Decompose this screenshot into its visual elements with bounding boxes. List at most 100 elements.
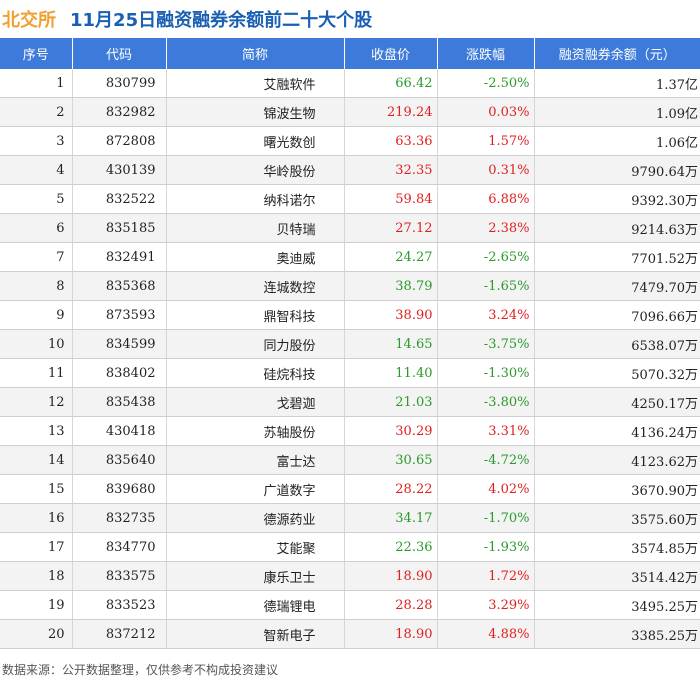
cell-code: 834770 (72, 532, 167, 562)
cell-code: 835640 (72, 445, 167, 475)
cell-change: -1.93% (437, 532, 535, 562)
cell-code: 830799 (72, 69, 167, 98)
cell-balance: 7479.70万 (534, 271, 700, 301)
cell-rank: 19 (0, 590, 73, 620)
cell-balance: 7096.66万 (534, 300, 700, 330)
cell-balance: 3670.90万 (534, 474, 700, 504)
cell-change: -4.72% (437, 445, 535, 475)
cell-change: 4.88% (437, 619, 535, 649)
table-row: 11 838402 硅烷科技 11.40 -1.30% 5070.32万 (0, 358, 700, 388)
cell-price: 59.84 (344, 184, 438, 214)
table-row: 2 832982 锦波生物 219.24 0.03% 1.09亿 (0, 97, 700, 127)
cell-name: 艾融软件 (166, 69, 345, 98)
cell-price: 63.36 (344, 126, 438, 156)
cell-name: 连城数控 (166, 271, 345, 301)
cell-change: 1.57% (437, 126, 535, 156)
cell-price: 66.42 (344, 69, 438, 98)
cell-name: 广道数字 (166, 474, 345, 504)
cell-price: 14.65 (344, 329, 438, 359)
cell-price: 21.03 (344, 387, 438, 417)
cell-balance: 4123.62万 (534, 445, 700, 475)
table-row: 18 833575 康乐卫士 18.90 1.72% 3514.42万 (0, 561, 700, 591)
cell-code: 833523 (72, 590, 167, 620)
cell-balance: 3574.85万 (534, 532, 700, 562)
cell-name: 奥迪威 (166, 242, 345, 272)
cell-change: -1.65% (437, 271, 535, 301)
cell-price: 24.27 (344, 242, 438, 272)
cell-balance: 1.09亿 (534, 97, 700, 127)
cell-code: 832491 (72, 242, 167, 272)
table-row: 20 837212 智新电子 18.90 4.88% 3385.25万 (0, 619, 700, 649)
cell-price: 30.29 (344, 416, 438, 446)
cell-price: 22.36 (344, 532, 438, 562)
cell-rank: 3 (0, 126, 73, 156)
cell-code: 835438 (72, 387, 167, 417)
cell-balance: 5070.32万 (534, 358, 700, 388)
page-title: 11月25日融资融券余额前二十大个股 (70, 10, 373, 31)
cell-change: -1.30% (437, 358, 535, 388)
cell-change: 3.29% (437, 590, 535, 620)
cell-balance: 3385.25万 (534, 619, 700, 649)
cell-name: 艾能聚 (166, 532, 345, 562)
cell-name: 富士达 (166, 445, 345, 475)
col-header-rank: 序号 (0, 38, 73, 69)
cell-price: 11.40 (344, 358, 438, 388)
cell-rank: 15 (0, 474, 73, 504)
cell-rank: 4 (0, 155, 73, 185)
table-row: 1 830799 艾融软件 66.42 -2.50% 1.37亿 (0, 69, 700, 98)
cell-name: 纳科诺尔 (166, 184, 345, 214)
col-header-balance: 融资融券余额（元） (534, 38, 700, 69)
cell-change: 1.72% (437, 561, 535, 591)
table-row: 14 835640 富士达 30.65 -4.72% 4123.62万 (0, 445, 700, 475)
table-row: 5 832522 纳科诺尔 59.84 6.88% 9392.30万 (0, 184, 700, 214)
cell-name: 贝特瑞 (166, 213, 345, 243)
table-row: 16 832735 德源药业 34.17 -1.70% 3575.60万 (0, 503, 700, 533)
cell-code: 839680 (72, 474, 167, 504)
cell-name: 鼎智科技 (166, 300, 345, 330)
title-bar: 北交所 11月25日融资融券余额前二十大个股 (0, 0, 700, 38)
cell-price: 18.90 (344, 619, 438, 649)
cell-name: 硅烷科技 (166, 358, 345, 388)
cell-balance: 3495.25万 (534, 590, 700, 620)
cell-name: 同力股份 (166, 329, 345, 359)
table-header-row: 序号 代码 简称 收盘价 涨跌幅 融资融券余额（元） (0, 38, 700, 69)
col-header-name: 简称 (166, 38, 345, 69)
cell-name: 华岭股份 (166, 155, 345, 185)
cell-price: 32.35 (344, 155, 438, 185)
cell-change: -2.50% (437, 69, 535, 98)
cell-rank: 8 (0, 271, 73, 301)
cell-rank: 1 (0, 69, 73, 98)
cell-change: -3.80% (437, 387, 535, 417)
cell-code: 832982 (72, 97, 167, 127)
cell-code: 872808 (72, 126, 167, 156)
cell-balance: 1.37亿 (534, 69, 700, 98)
table-row: 10 834599 同力股份 14.65 -3.75% 6538.07万 (0, 329, 700, 359)
cell-change: 0.31% (437, 155, 535, 185)
table-body: 1 830799 艾融软件 66.42 -2.50% 1.37亿 2 832982 锦波生物 21… (0, 69, 700, 649)
cell-name: 苏轴股份 (166, 416, 345, 446)
col-header-price: 收盘价 (344, 38, 438, 69)
cell-rank: 10 (0, 329, 73, 359)
cell-name: 智新电子 (166, 619, 345, 649)
cell-balance: 9392.30万 (534, 184, 700, 214)
cell-balance: 1.06亿 (534, 126, 700, 156)
cell-rank: 2 (0, 97, 73, 127)
cell-price: 38.79 (344, 271, 438, 301)
cell-name: 曙光数创 (166, 126, 345, 156)
margin-balance-table: 序号 代码 简称 收盘价 涨跌幅 融资融券余额（元） 1 830799 艾融软件 66… (0, 38, 700, 649)
cell-code: 430418 (72, 416, 167, 446)
cell-code: 430139 (72, 155, 167, 185)
cell-name: 德瑞锂电 (166, 590, 345, 620)
cell-rank: 6 (0, 213, 73, 243)
cell-name: 康乐卫士 (166, 561, 345, 591)
cell-price: 30.65 (344, 445, 438, 475)
cell-balance: 7701.52万 (534, 242, 700, 272)
brand-label: 北交所 (2, 10, 56, 31)
cell-price: 34.17 (344, 503, 438, 533)
cell-balance: 4136.24万 (534, 416, 700, 446)
cell-code: 833575 (72, 561, 167, 591)
table-row: 3 872808 曙光数创 63.36 1.57% 1.06亿 (0, 126, 700, 156)
cell-rank: 14 (0, 445, 73, 475)
cell-code: 834599 (72, 329, 167, 359)
cell-name: 戈碧迦 (166, 387, 345, 417)
